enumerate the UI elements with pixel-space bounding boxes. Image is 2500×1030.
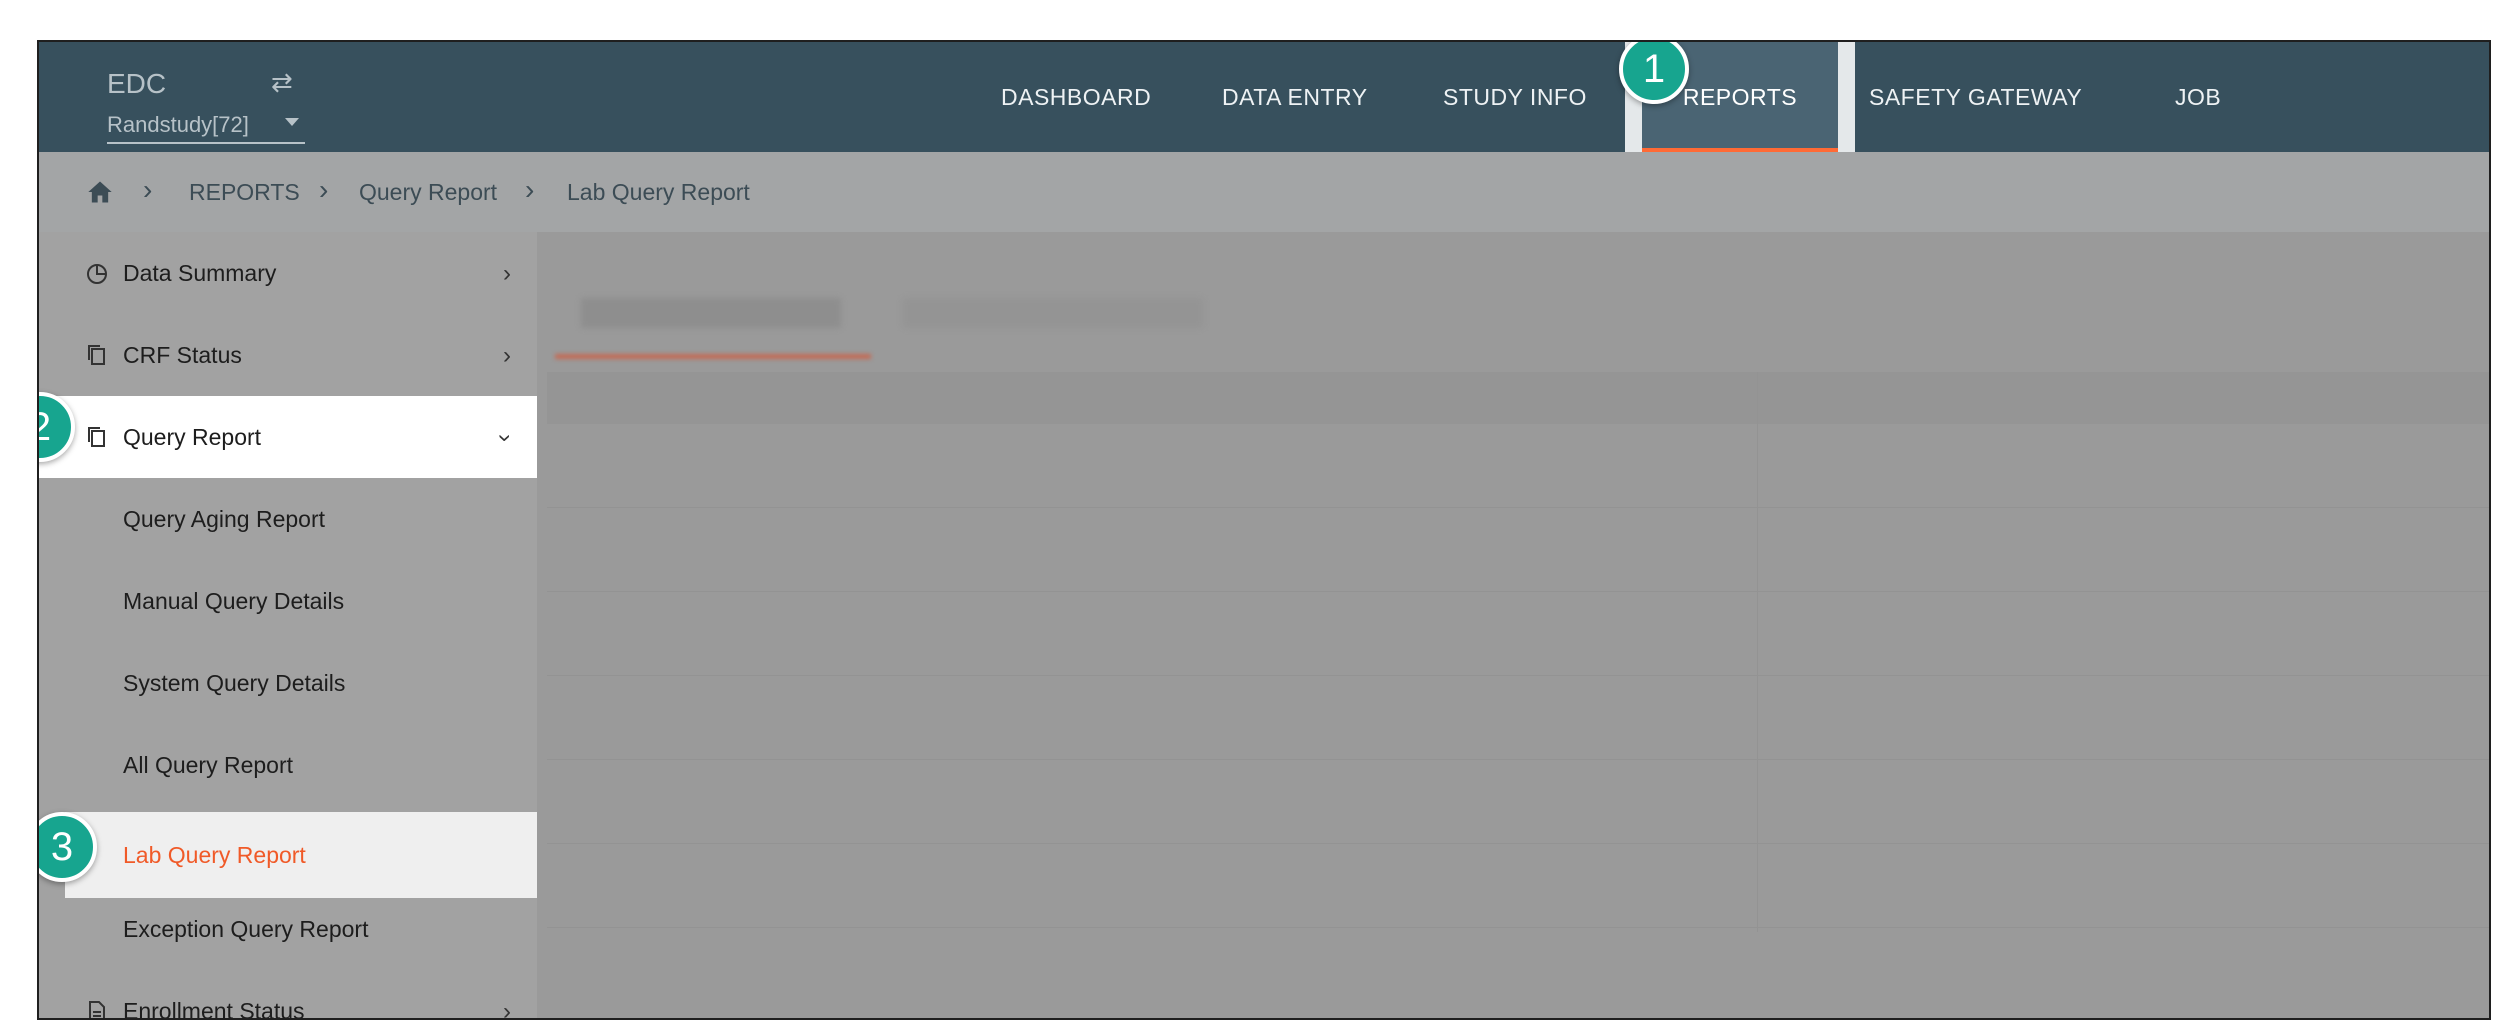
pie-chart-icon bbox=[87, 264, 107, 284]
sidebar-subitem-label: Exception Query Report bbox=[123, 916, 369, 942]
sidebar-item-data-summary[interactable]: Data Summary › bbox=[39, 232, 537, 314]
breadcrumb-lab-query-report: Lab Query Report bbox=[567, 179, 750, 205]
sidebar-subitem-exception-query-report[interactable]: Exception Query Report bbox=[39, 888, 537, 970]
table-row bbox=[547, 508, 2489, 592]
swap-arrows-icon[interactable]: ⇄ bbox=[271, 67, 293, 98]
sidebar-item-label: CRF Status bbox=[123, 342, 242, 368]
sidebar-subitem-lab-query-report[interactable]: Lab Query Report bbox=[65, 812, 537, 898]
sidebar-subitem-label: All Query Report bbox=[123, 752, 294, 778]
sidebar-item-crf-status[interactable]: CRF Status › bbox=[39, 314, 537, 396]
nav-reports-label: REPORTS bbox=[1682, 84, 1798, 110]
chevron-down-icon: › bbox=[492, 434, 519, 442]
chevron-right-icon: › bbox=[319, 174, 329, 205]
sidebar-subitem-label: Query Aging Report bbox=[123, 506, 326, 532]
app-window: EDC ⇄ Randstudy[72] DASHBOARD DATA ENTRY… bbox=[37, 40, 2491, 1020]
chevron-right-icon: › bbox=[143, 174, 153, 205]
sidebar-item-label: Query Report bbox=[123, 424, 262, 450]
table-header bbox=[547, 372, 2489, 424]
sidebar-subitem-label-selected: Lab Query Report bbox=[123, 842, 306, 868]
brand-label: EDC bbox=[107, 68, 167, 99]
table-row bbox=[547, 592, 2489, 676]
sidebar-subitem-label: System Query Details bbox=[123, 670, 346, 696]
breadcrumb-reports[interactable]: REPORTS bbox=[189, 179, 300, 206]
nav-data-entry[interactable]: DATA ENTRY bbox=[1222, 42, 1368, 152]
tab-blurred bbox=[903, 298, 1203, 328]
table-row bbox=[547, 844, 2489, 928]
chevron-right-icon: › bbox=[503, 342, 511, 369]
copy-document-icon bbox=[88, 427, 105, 447]
sidebar-item-label: Data Summary bbox=[123, 260, 277, 286]
nav-job[interactable]: JOB bbox=[2175, 42, 2221, 152]
tab-blurred bbox=[581, 298, 841, 328]
sidebar-item-enrollment-status[interactable]: Enrollment Status › bbox=[39, 970, 537, 1020]
sidebar-item-label: Enrollment Status bbox=[123, 998, 305, 1020]
active-tab-underline bbox=[555, 354, 871, 359]
nav-study-info[interactable]: STUDY INFO bbox=[1443, 42, 1587, 152]
home-icon[interactable] bbox=[85, 178, 115, 206]
sidebar-subitem-query-aging-report[interactable]: Query Aging Report bbox=[39, 478, 537, 560]
sidebar-item-query-report[interactable]: Query Report › bbox=[39, 396, 537, 478]
sidebar: Data Summary › CRF Status › Query Report… bbox=[39, 232, 537, 1020]
chevron-right-icon: › bbox=[525, 174, 535, 205]
sidebar-subitem-manual-query-details[interactable]: Manual Query Details bbox=[39, 560, 537, 642]
table-row bbox=[547, 676, 2489, 760]
chevron-right-icon: › bbox=[503, 260, 511, 287]
breadcrumb: › REPORTS › Query Report › Lab Query Rep… bbox=[39, 152, 2489, 232]
chevron-right-icon: › bbox=[503, 998, 511, 1020]
sidebar-subitem-label: Manual Query Details bbox=[123, 588, 345, 614]
nav-dashboard[interactable]: DASHBOARD bbox=[1001, 42, 1151, 152]
breadcrumb-query-report[interactable]: Query Report bbox=[359, 179, 497, 206]
nav-safety-gateway[interactable]: SAFETY GATEWAY bbox=[1869, 42, 2082, 152]
caret-down-icon bbox=[285, 118, 299, 126]
study-selector-value: Randstudy[72] bbox=[107, 112, 249, 137]
sidebar-subitem-system-query-details[interactable]: System Query Details bbox=[39, 642, 537, 724]
document-icon bbox=[89, 1001, 105, 1018]
copy-document-icon bbox=[88, 345, 105, 365]
top-navigation-bar: EDC ⇄ Randstudy[72] DASHBOARD DATA ENTRY… bbox=[39, 42, 2489, 170]
table-row bbox=[547, 424, 2489, 508]
sidebar-subitem-all-query-report[interactable]: All Query Report bbox=[39, 724, 537, 806]
report-content-blurred bbox=[537, 232, 2489, 1018]
study-selector[interactable]: Randstudy[72] bbox=[107, 112, 305, 144]
table-row bbox=[547, 760, 2489, 844]
